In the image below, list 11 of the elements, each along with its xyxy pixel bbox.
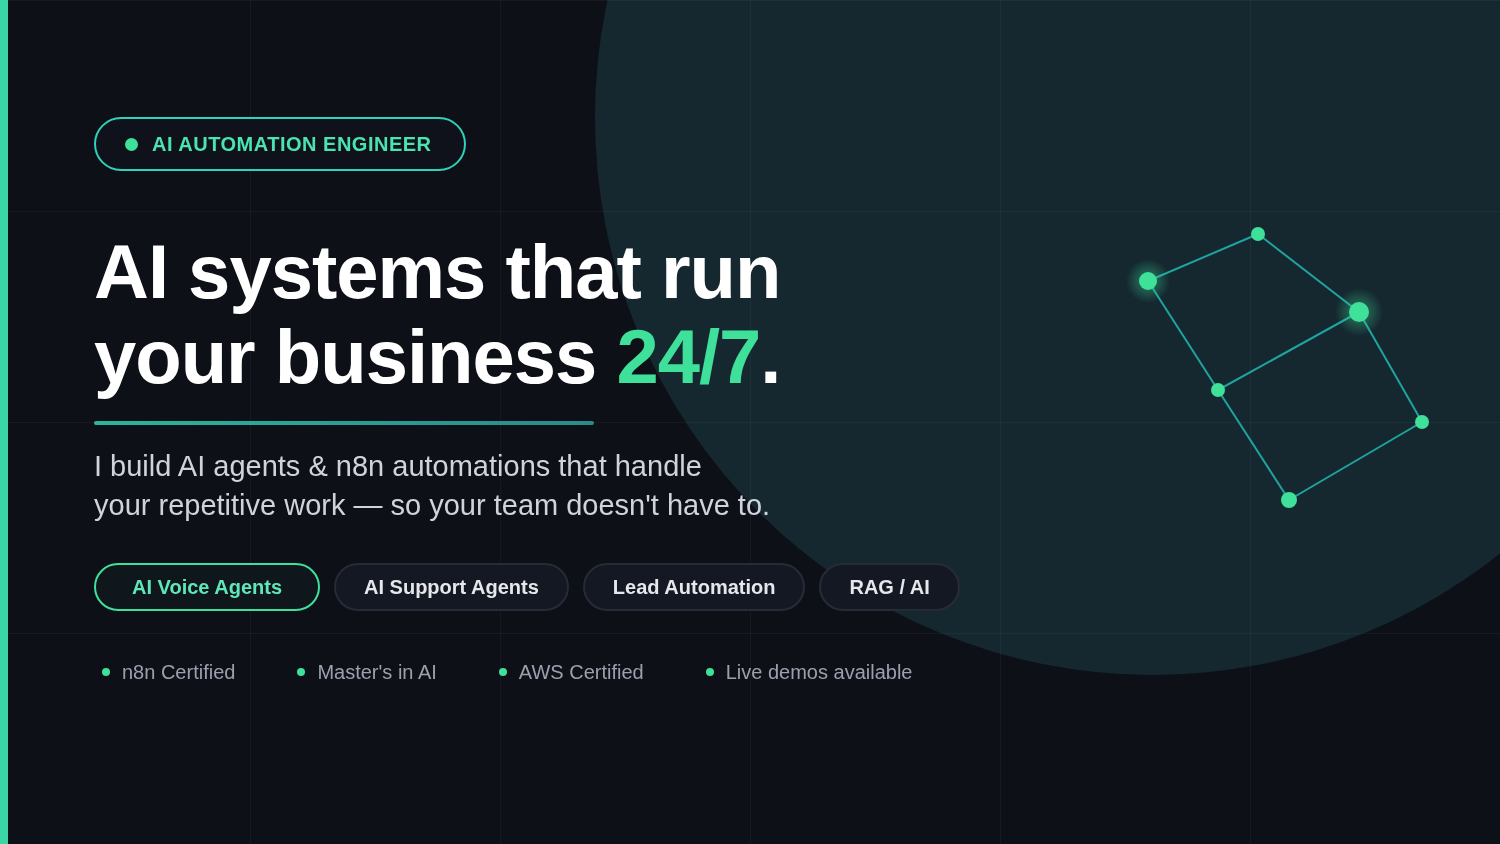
category-tab[interactable]: AI Support Agents	[334, 563, 569, 611]
credential-label: Master's in AI	[317, 660, 437, 685]
category-tab[interactable]: Lead Automation	[582, 563, 806, 611]
headline: AI systems that run your business 24/7.	[94, 229, 781, 399]
credential-label: Live demos available	[725, 660, 913, 685]
credential-label: AWS Certified	[518, 660, 644, 685]
credential-label: n8n Certified	[122, 660, 236, 685]
subtitle: I build AI agents & n8n automations that handle your repetitive work — so your team doesn't have to.	[94, 449, 771, 523]
badge-label: AI AUTOMATION ENGINEER	[152, 132, 432, 157]
category-tab[interactable]: RAG / AI	[819, 563, 960, 611]
category-tab[interactable]: AI Voice Agents	[94, 563, 321, 611]
